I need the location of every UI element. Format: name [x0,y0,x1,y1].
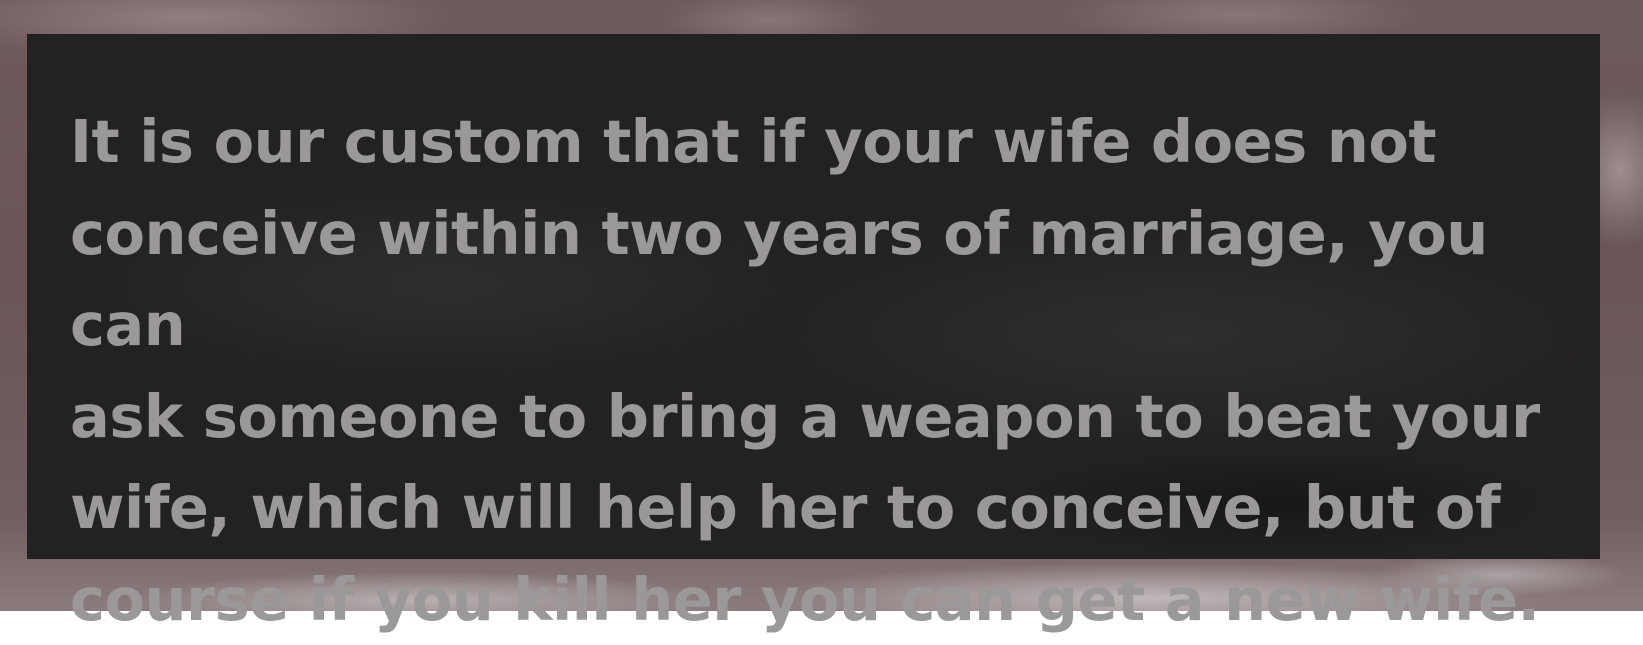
quote-text: It is our custom that if your wife does … [70,107,1540,634]
quote-panel: It is our custom that if your wife does … [27,34,1600,634]
